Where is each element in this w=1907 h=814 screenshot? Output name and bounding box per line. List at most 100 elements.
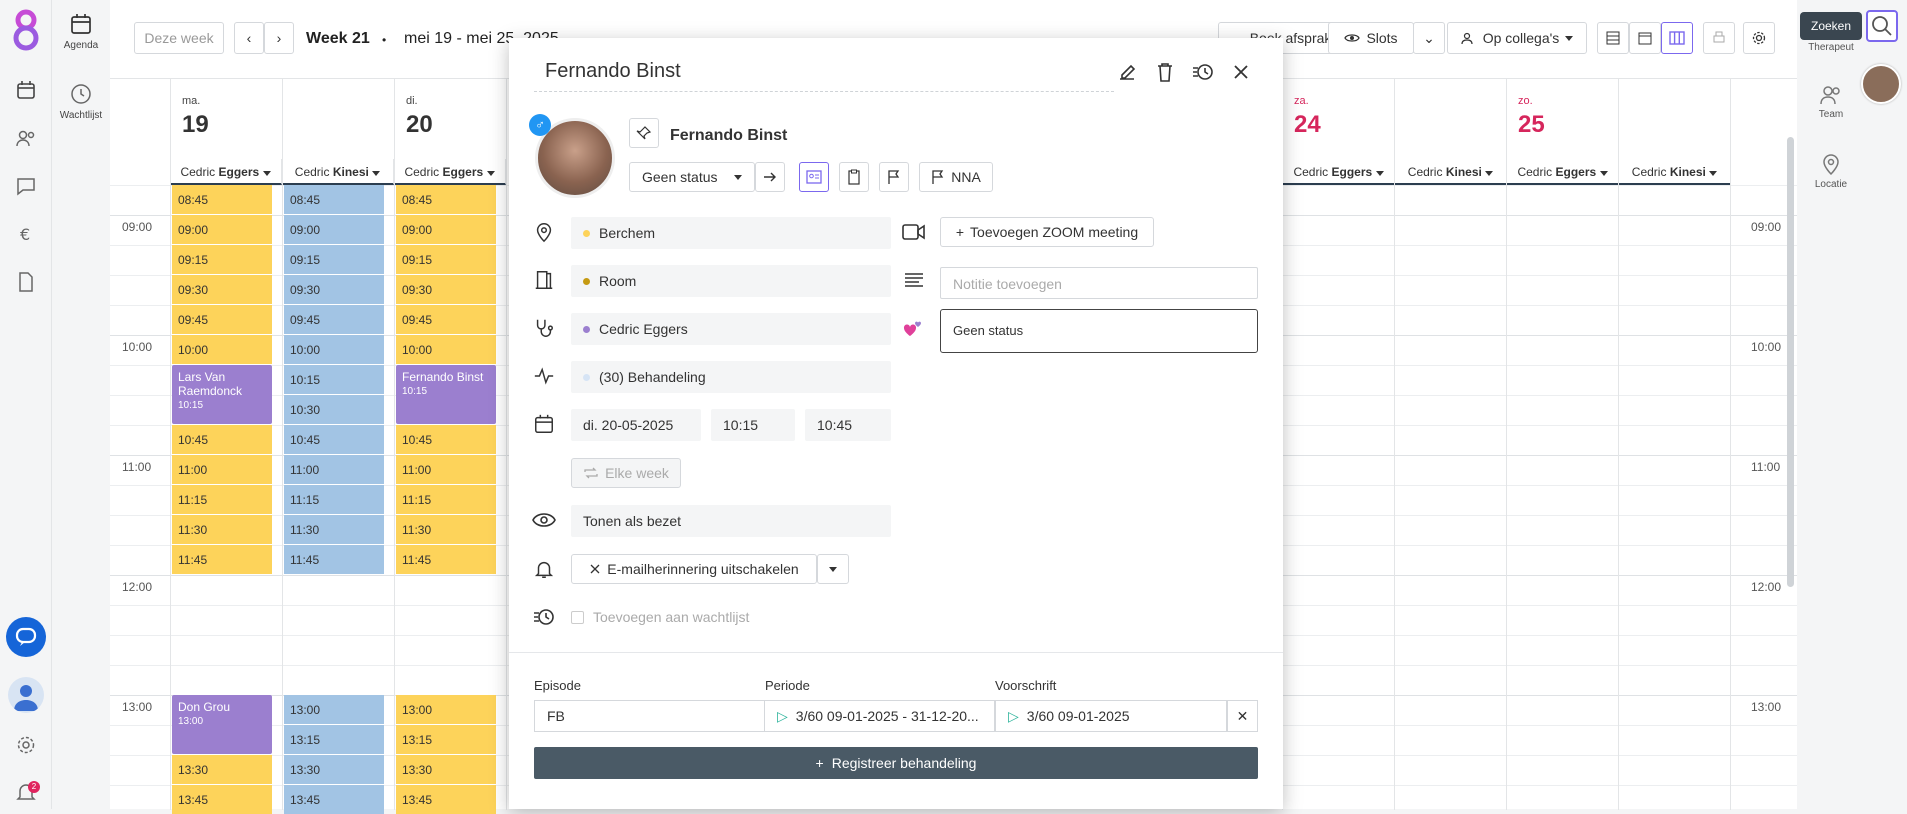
- episode-field[interactable]: FB: [534, 700, 765, 732]
- waitlist-checkbox[interactable]: [571, 611, 584, 624]
- nav-waitlist[interactable]: Wachtlijst: [52, 82, 110, 121]
- rail-team[interactable]: Team: [1801, 84, 1861, 120]
- appointment-fernando[interactable]: Fernando Binst 10:15: [396, 365, 496, 424]
- nna-button[interactable]: NNA: [919, 162, 993, 192]
- free-slot[interactable]: 09:00: [396, 215, 496, 244]
- free-slot[interactable]: 09:15: [396, 245, 496, 274]
- email-reminder-button[interactable]: E-mailherinnering uitschakelen: [571, 554, 817, 584]
- room-field[interactable]: Room: [571, 265, 891, 297]
- start-time-field[interactable]: 10:15: [711, 409, 795, 441]
- register-treatment-button[interactable]: + Registreer behandeling: [534, 747, 1258, 779]
- free-slot[interactable]: 09:30: [396, 275, 496, 304]
- free-slot[interactable]: 09:00: [172, 215, 272, 244]
- column-header[interactable]: Cedric Eggers: [170, 159, 282, 185]
- free-slot[interactable]: 11:45: [396, 545, 496, 574]
- period-field[interactable]: ▷ 3/60 09-01-2025 - 31-12-20...: [764, 700, 995, 732]
- free-slot[interactable]: 09:00: [284, 215, 384, 244]
- delete-button[interactable]: [1151, 58, 1179, 86]
- free-slot[interactable]: 11:15: [396, 485, 496, 514]
- close-button[interactable]: [1227, 58, 1255, 86]
- pin-button[interactable]: [629, 118, 659, 148]
- free-slot[interactable]: 10:00: [172, 335, 272, 364]
- free-slot[interactable]: 08:45: [172, 185, 272, 214]
- history-button[interactable]: [1189, 58, 1217, 86]
- location-field[interactable]: Berchem: [571, 217, 891, 249]
- free-slot[interactable]: 09:45: [172, 305, 272, 334]
- show-busy-field[interactable]: Tonen als bezet: [571, 505, 891, 537]
- free-slot[interactable]: 13:30: [396, 755, 496, 784]
- free-slot[interactable]: 13:45: [396, 785, 496, 814]
- free-slot[interactable]: 11:15: [172, 485, 272, 514]
- free-slot[interactable]: 11:00: [172, 455, 272, 484]
- free-slot[interactable]: 11:45: [284, 545, 384, 574]
- rail-therapeut[interactable]: Therapeut: [1801, 42, 1861, 53]
- calendar-scrollbar[interactable]: [1787, 137, 1794, 587]
- free-slot[interactable]: 13:45: [284, 785, 384, 814]
- free-slot[interactable]: 13:15: [284, 725, 384, 754]
- free-slot[interactable]: 11:00: [284, 455, 384, 484]
- free-slot[interactable]: 10:00: [284, 335, 384, 364]
- free-slot[interactable]: 11:30: [396, 515, 496, 544]
- edit-button[interactable]: [1113, 58, 1141, 86]
- treatment-field[interactable]: (30) Behandeling: [571, 361, 891, 393]
- print-button[interactable]: [1703, 22, 1735, 54]
- free-slot[interactable]: 11:30: [172, 515, 272, 544]
- users-icon[interactable]: [14, 126, 38, 150]
- status-dropdown[interactable]: Geen status: [629, 162, 755, 192]
- free-slot[interactable]: 09:15: [172, 245, 272, 274]
- note-input[interactable]: Notitie toevoegen: [940, 267, 1258, 299]
- free-slot[interactable]: 10:00: [396, 335, 496, 364]
- column-header[interactable]: Cedric Kinesi: [282, 159, 394, 185]
- column-header[interactable]: Cedric Eggers: [1507, 159, 1619, 185]
- free-slot[interactable]: 10:45: [172, 425, 272, 454]
- contact-card-button[interactable]: [799, 162, 829, 192]
- app-logo[interactable]: [8, 8, 44, 52]
- free-slot[interactable]: 09:30: [284, 275, 384, 304]
- date-field[interactable]: di. 20-05-2025: [571, 409, 701, 441]
- free-slot[interactable]: 11:45: [172, 545, 272, 574]
- forward-button[interactable]: [755, 162, 785, 192]
- calendar-icon[interactable]: [14, 78, 38, 102]
- appointment-don[interactable]: Don Grou 13:00: [172, 695, 272, 754]
- column-header[interactable]: Cedric Kinesi: [1619, 159, 1731, 185]
- repeat-button[interactable]: Elke week: [571, 458, 681, 488]
- slots-button[interactable]: Slots: [1328, 22, 1414, 54]
- therapist-field[interactable]: Cedric Eggers: [571, 313, 891, 345]
- column-header[interactable]: Cedric Eggers: [394, 159, 506, 185]
- settings-icon[interactable]: [14, 733, 38, 757]
- support-chat-button[interactable]: [6, 617, 46, 657]
- user-avatar[interactable]: [8, 677, 44, 713]
- end-time-field[interactable]: 10:45: [805, 409, 891, 441]
- free-slot[interactable]: 11:15: [284, 485, 384, 514]
- appointment-lars[interactable]: Lars Van Raemdonck 10:15: [172, 365, 272, 424]
- free-slot[interactable]: 08:45: [396, 185, 496, 214]
- list-view-button[interactable]: [1597, 22, 1629, 54]
- colleagues-dropdown[interactable]: Op collega's: [1447, 22, 1587, 54]
- free-slot[interactable]: 11:00: [396, 455, 496, 484]
- clear-prescription-button[interactable]: ✕: [1227, 700, 1258, 732]
- free-slot[interactable]: 13:45: [172, 785, 272, 814]
- prev-week-button[interactable]: ‹: [234, 22, 264, 54]
- chat-icon[interactable]: [14, 174, 38, 198]
- week-view-button[interactable]: [1661, 22, 1693, 54]
- day-header-mon[interactable]: ma. 19: [170, 79, 353, 159]
- settings-button[interactable]: [1743, 22, 1775, 54]
- free-slot[interactable]: 13:30: [284, 755, 384, 784]
- free-slot[interactable]: 11:30: [284, 515, 384, 544]
- nav-agenda[interactable]: Agenda: [52, 12, 110, 51]
- slots-dropdown-button[interactable]: ⌄: [1413, 22, 1445, 54]
- free-slot[interactable]: 10:15: [284, 365, 384, 394]
- clipboard-button[interactable]: [839, 162, 869, 192]
- document-icon[interactable]: [14, 270, 38, 294]
- free-slot[interactable]: 09:30: [172, 275, 272, 304]
- status-box[interactable]: Geen status: [940, 309, 1258, 353]
- free-slot[interactable]: 13:30: [172, 755, 272, 784]
- free-slot[interactable]: 13:00: [396, 695, 496, 724]
- next-week-button[interactable]: ›: [264, 22, 294, 54]
- free-slot[interactable]: 09:15: [284, 245, 384, 274]
- this-week-button[interactable]: Deze week: [134, 22, 224, 54]
- prescription-field[interactable]: ▷ 3/60 09-01-2025: [995, 700, 1227, 732]
- euro-icon[interactable]: €: [14, 222, 38, 246]
- email-reminder-dropdown[interactable]: [817, 554, 849, 584]
- column-header[interactable]: Cedric Kinesi: [1395, 159, 1507, 185]
